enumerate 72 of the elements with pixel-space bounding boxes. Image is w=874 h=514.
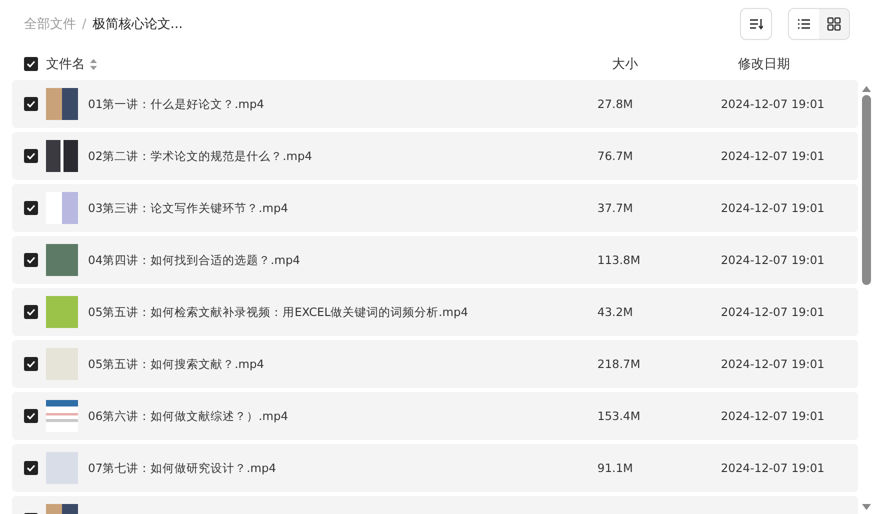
file-name[interactable]: 07第七讲：如何做研究设计？.mp4 [88,460,276,474]
file-name[interactable]: 03第三讲：论文写作关键环节？.mp4 [88,200,288,214]
file-size: 113.8M [597,253,640,267]
sort-button[interactable] [740,8,772,40]
checkmark-icon [26,308,36,316]
column-header[interactable]: 大小 [612,55,738,73]
video-thumbnail [46,452,78,484]
file-row[interactable]: 05第五讲：如何检索文献补录视频：用EXCEL做关键词的词频分析.mp4 43.2M 2024-12-07 19:01 [12,288,858,336]
file-row[interactable]: 02第二讲：学术论文的规范是什么？.mp4 76.7M 2024-12-07 19:01 [12,132,858,180]
row-checkbox[interactable] [24,149,38,163]
file-name[interactable]: 05第五讲：如何搜索文献？.mp4 [88,356,264,370]
modified-date: 2024-12-07 19:01 [720,357,824,371]
list-view-button[interactable] [789,9,819,39]
row-checkbox[interactable] [24,409,38,423]
row-checkbox[interactable] [24,305,38,319]
modified-date: 2024-12-07 19:01 [720,253,824,267]
file-name[interactable]: 02第二讲：学术论文的规范是什么？.mp4 [88,148,312,162]
row-checkbox[interactable] [24,357,38,371]
checkmark-icon [26,100,36,108]
video-thumbnail [46,244,78,276]
checkmark-icon [26,204,36,212]
file-row[interactable]: 01第一讲：什么是好论文？.mp4 27.8M 2024-12-07 19:01 [12,80,858,128]
column-header[interactable]: 文件名 [46,55,85,73]
checkmark-icon [26,360,36,368]
select-all-checkbox[interactable] [24,57,38,71]
file-row[interactable]: 03第三讲：论文写作关键环节？.mp4 37.7M 2024-12-07 19:01 [12,184,858,232]
breadcrumb-separator: / [82,16,86,32]
scroll-down-icon[interactable] [862,504,870,510]
checkmark-icon [26,60,36,68]
file-row[interactable]: 07第七讲：如何做研究设计？.mp4 91.1M 2024-12-07 19:01 [12,444,858,492]
file-row[interactable]: 06第六讲：如何做文献综述？）.mp4 153.4M 2024-12-07 19:01 [12,392,858,440]
modified-date: 2024-12-07 19:01 [720,305,824,319]
video-thumbnail [46,400,78,432]
file-row[interactable]: 04第四讲：如何找到合适的选题？.mp4 113.8M 2024-12-07 19:01 [12,236,858,284]
video-thumbnail [46,348,78,380]
video-thumbnail [46,88,78,120]
modified-date: 2024-12-07 19:01 [720,461,824,475]
file-name[interactable]: 06第六讲：如何做文献综述？）.mp4 [88,408,288,422]
column-header[interactable]: 修改日期 [738,55,790,73]
modified-date: 2024-12-07 19:01 [720,97,824,111]
file-size: 153.4M [597,409,640,423]
video-thumbnail [46,296,78,328]
modified-date: 2024-12-07 19:01 [720,409,824,423]
checkmark-icon [26,256,36,264]
breadcrumb-current: 极简核心论文... [92,16,183,33]
file-name[interactable]: 01第一讲：什么是好论文？.mp4 [88,96,264,110]
video-thumbnail [46,192,78,224]
checkmark-icon [26,152,36,160]
row-checkbox[interactable] [24,461,38,475]
sort-icon [749,18,763,30]
file-size: 91.1M [597,461,633,475]
scrollbar-thumb[interactable] [862,95,870,285]
file-size: 43.2M [597,305,633,319]
sort-icon[interactable] [90,58,97,70]
row-checkbox[interactable] [24,253,38,267]
modified-date: 2024-12-07 19:01 [720,149,824,163]
file-size: 218.7M [597,357,640,371]
list-icon [797,18,811,30]
scroll-up-icon[interactable] [862,86,870,92]
file-size: 27.8M [597,97,633,111]
file-row[interactable]: 05第五讲：如何搜索文献？.mp4 218.7M 2024-12-07 19:01 [12,340,858,388]
file-size: 37.7M [597,201,633,215]
checkmark-icon [26,412,36,420]
file-name[interactable]: 04第四讲：如何找到合适的选题？.mp4 [88,252,300,266]
file-name[interactable]: 05第五讲：如何检索文献补录视频：用EXCEL做关键词的词频分析.mp4 [88,304,468,318]
video-thumbnail [46,140,78,172]
row-checkbox[interactable] [24,97,38,111]
row-checkbox[interactable] [24,201,38,215]
grid-icon [827,17,841,31]
modified-date: 2024-12-07 19:01 [720,201,824,215]
checkmark-icon [26,464,36,472]
file-size: 76.7M [597,149,633,163]
